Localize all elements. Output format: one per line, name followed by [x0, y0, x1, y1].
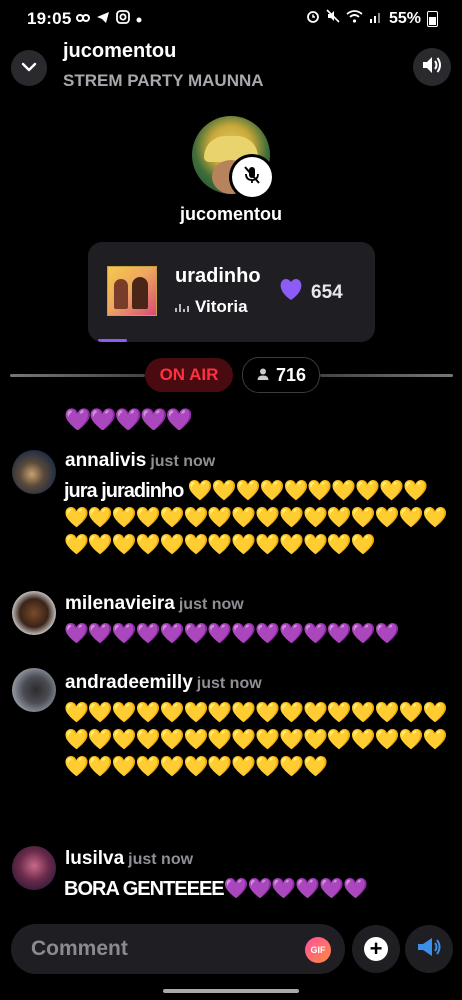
partial-message-hearts: 💜💜💜💜💜 [64, 407, 191, 430]
signal-icon [369, 10, 383, 28]
album-art-figure-1 [114, 279, 128, 309]
comment-hearts: 💜💜💜💜💜💜💜💜💜💜💜💜💜💜 [64, 623, 400, 645]
mic-off-icon [241, 164, 263, 191]
listener-count-button[interactable]: 716 [242, 357, 320, 393]
status-bar: 19:05 55% [0, 0, 462, 36]
comment-text: 💜💜💜💜💜💜💜💜💜💜💜💜💜💜 [64, 621, 450, 648]
now-playing-card[interactable]: uradinho Vitoria 654 [88, 242, 375, 342]
wifi-icon [346, 9, 363, 28]
divider-left [10, 374, 145, 377]
room-header: jucomentou STREM PARTY MAUNNA [0, 36, 462, 96]
home-indicator[interactable] [163, 989, 299, 993]
song-title: uradinho [175, 265, 261, 287]
chat-feed[interactable]: 💜💜💜💜💜 annalivis just now jura juradinho 💛… [0, 400, 462, 920]
song-artist: Vitoria [195, 297, 248, 316]
comment-composer: GIF + [0, 920, 462, 982]
plus-icon: + [364, 937, 388, 961]
comment-user[interactable]: milenavieira just now [65, 593, 244, 615]
gif-button[interactable]: GIF [305, 937, 331, 963]
comment-username: milenavieira [65, 593, 175, 614]
mute-icon [326, 9, 340, 28]
gif-label: GIF [310, 945, 326, 955]
status-left-icons [76, 10, 142, 27]
avatar[interactable] [12, 668, 56, 712]
audio-effects-button[interactable] [405, 925, 453, 973]
avatar[interactable] [12, 591, 56, 635]
room-name: STREM PARTY MAUNNA [63, 71, 264, 90]
telegram-icon [96, 11, 110, 27]
comment-text: 💛💛💛💛💛💛💛💛💛💛💛💛💛💛💛💛💛💛💛💛💛💛💛💛💛💛💛💛💛💛💛💛💛💛💛💛💛💛💛💛… [64, 700, 450, 781]
battery-text: 55% [388, 9, 421, 27]
avatar[interactable] [12, 450, 56, 494]
comment-input[interactable] [11, 924, 345, 974]
add-button[interactable]: + [352, 925, 400, 973]
divider-right [320, 374, 453, 377]
comment-username: andradeemilly [65, 672, 193, 693]
equalizer-icon [175, 302, 189, 312]
mic-muted-badge [232, 157, 272, 197]
link-icon [76, 12, 90, 26]
comment-time: just now [196, 675, 262, 692]
likes-group[interactable]: 654 [278, 278, 343, 307]
host-label: jucomentou [180, 204, 282, 224]
comment-text: BORA GENTEEEE💜💜💜💜💜💜 [64, 876, 450, 903]
comment-text-prefix: BORA GENTEEEE [64, 878, 225, 900]
song-progress-track [88, 339, 375, 342]
comment-time: just now [178, 596, 244, 613]
comment-time: just now [150, 453, 216, 470]
comment-text: jura juradinho 💛💛💛💛💛💛💛💛💛💛💛💛💛💛💛💛💛💛💛💛💛💛💛💛💛… [64, 478, 450, 559]
comment-time: just now [128, 851, 194, 868]
alarm-icon [306, 9, 320, 28]
album-art [107, 266, 157, 316]
megaphone-icon [416, 936, 442, 963]
battery-icon [427, 10, 438, 27]
person-icon [256, 365, 270, 386]
collapse-button[interactable] [11, 50, 47, 86]
comment-user[interactable]: lusilva just now [65, 848, 193, 870]
instagram-icon [116, 10, 130, 27]
dot-icon [136, 12, 142, 26]
likes-count: 654 [311, 281, 343, 303]
host-name-title: jucomentou [63, 40, 177, 62]
comment-username: annalivis [65, 450, 147, 471]
comment-text-prefix: jura juradinho [64, 480, 188, 502]
status-right: 55% [306, 9, 438, 28]
song-progress-fill [98, 339, 127, 342]
speaker-button[interactable] [413, 48, 451, 86]
chevron-down-icon [21, 59, 37, 77]
comment-hearts: 💜💜💜💜💜💜 [223, 878, 368, 900]
speaker-icon [421, 55, 443, 80]
heart-icon [278, 278, 304, 307]
status-time: 19:05 [27, 9, 72, 28]
listener-count: 716 [275, 364, 307, 385]
song-artist-row: Vitoria [175, 297, 263, 317]
album-art-figure-2 [132, 277, 148, 309]
comment-hearts: 💛💛💛💛💛💛💛💛💛💛💛💛💛💛💛💛💛💛💛💛💛💛💛💛💛💛💛💛💛💛💛💛💛💛💛💛💛💛💛💛… [64, 702, 447, 778]
on-air-badge: ON AIR [145, 358, 233, 392]
comment-username: lusilva [65, 848, 125, 869]
comment-user[interactable]: annalivis just now [65, 450, 215, 472]
comment-user[interactable]: andradeemilly just now [65, 672, 262, 694]
avatar[interactable] [12, 846, 56, 890]
